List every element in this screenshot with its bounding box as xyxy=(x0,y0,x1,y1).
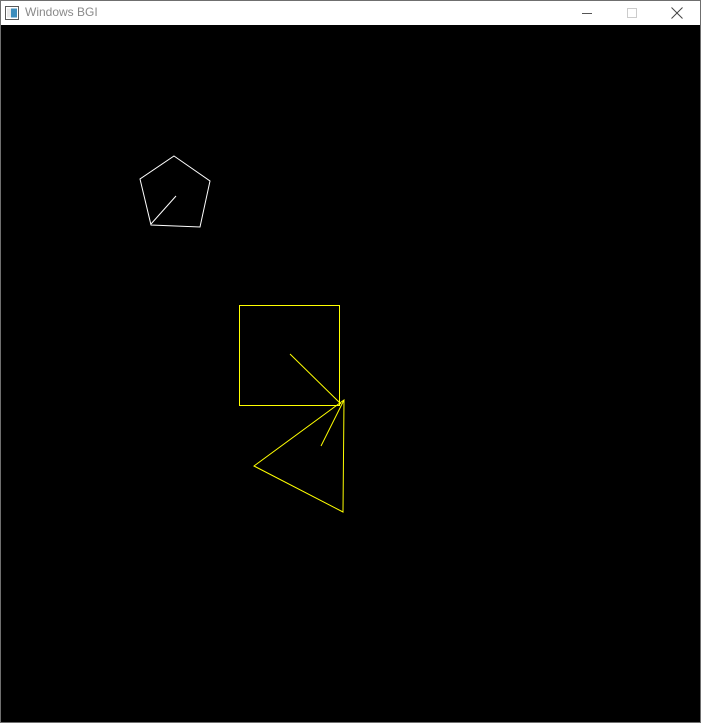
graphics-canvas[interactable] xyxy=(1,25,700,722)
close-icon xyxy=(671,7,683,19)
window-title: Windows BGI xyxy=(25,5,98,19)
minimize-icon xyxy=(582,13,592,14)
maximize-button[interactable] xyxy=(609,1,655,25)
pentagon-radius-line xyxy=(150,195,177,225)
drawing-surface xyxy=(139,155,345,513)
title-bar[interactable]: Windows BGI xyxy=(1,1,700,25)
square-radius-line xyxy=(289,353,342,405)
triangle-radius-line xyxy=(320,399,345,447)
triangle-shape xyxy=(253,399,345,513)
bgi-window: Windows BGI xyxy=(0,0,701,723)
minimize-button[interactable] xyxy=(564,1,610,25)
app-icon xyxy=(5,6,19,20)
pentagon-shape xyxy=(139,155,211,228)
maximize-icon xyxy=(627,8,637,18)
square-shape xyxy=(239,305,340,406)
close-button[interactable] xyxy=(654,1,700,25)
